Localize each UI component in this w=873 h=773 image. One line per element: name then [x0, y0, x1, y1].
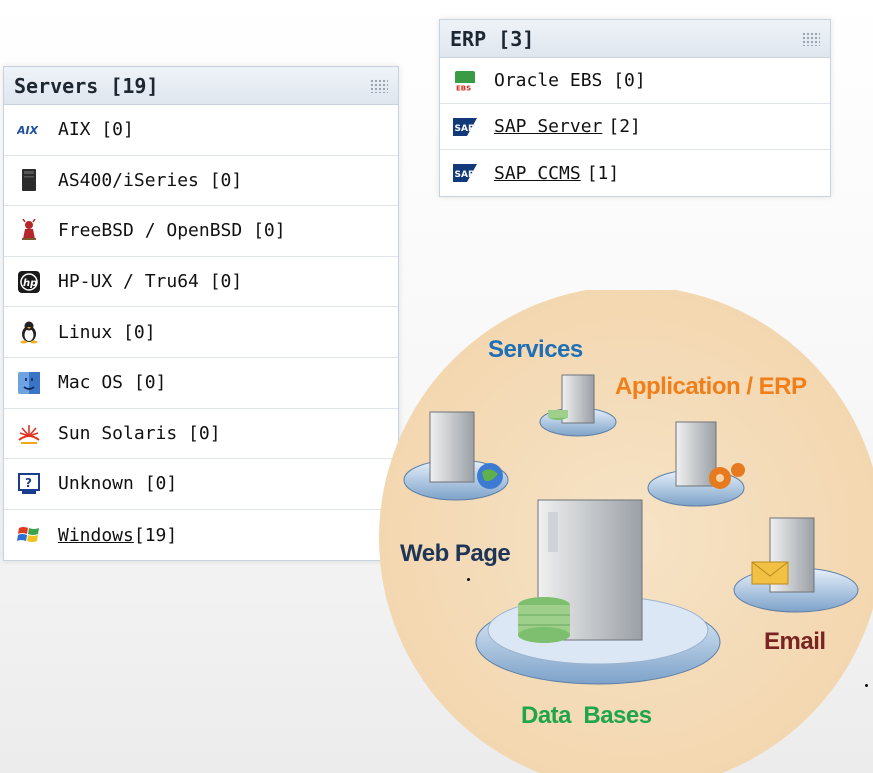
svg-text:AIX: AIX [17, 124, 39, 137]
sap-server-link-text[interactable]: SAP Server [494, 116, 602, 137]
windows-link[interactable]: Windows [58, 525, 134, 546]
server-roles-diagram: Services Application / ERP Web Page Emai… [378, 290, 873, 773]
sap-ccms-link[interactable]: SAP CCMS [494, 163, 581, 184]
aix-icon: AIX [16, 119, 42, 141]
windows-link-text[interactable]: Windows [58, 525, 134, 546]
linux-penguin-icon [16, 321, 42, 344]
as400-icon [16, 169, 42, 192]
servers-panel: Servers [19] AIX AIX [0] AS400/iSeries [… [3, 66, 399, 562]
erp-panel-header[interactable]: ERP [3] [440, 20, 830, 58]
stray-dot [865, 684, 868, 687]
server-item-as400: AS400/iSeries [0] [4, 156, 398, 207]
windows-flag-icon [16, 524, 42, 546]
sap-server-link[interactable]: SAP Server [494, 116, 602, 137]
erp-item-label: Oracle EBS [0] [494, 70, 646, 91]
server-item-label: HP-UX / Tru64 [0] [58, 271, 243, 293]
sap-server-count: [2] [608, 116, 641, 137]
services-label: Services [488, 336, 583, 363]
server-item-label: Linux [0] [58, 321, 156, 343]
erp-item-sap-ccms[interactable]: SAP SAP CCMS [1] [440, 150, 830, 196]
bsd-daemon-icon [16, 218, 42, 242]
erp-item-oracle-ebs: EBS Oracle EBS [0] [440, 58, 830, 104]
unknown-question-icon: ? [16, 472, 42, 495]
server-item-freebsd: FreeBSD / OpenBSD [0] [4, 206, 398, 257]
svg-text:hp: hp [23, 278, 37, 289]
svg-text:?: ? [25, 476, 32, 490]
diagram-artwork [379, 290, 873, 773]
email-label: Email [764, 628, 826, 655]
server-item-linux: Linux [0] [4, 307, 398, 358]
server-item-label: AIX [0] [58, 119, 134, 141]
server-item-label: FreeBSD / OpenBSD [0] [58, 220, 286, 242]
sap-ccms-count: [1] [586, 162, 620, 184]
application-erp-label: Application / ERP [615, 373, 807, 400]
drag-grip-icon[interactable] [802, 31, 820, 46]
server-item-label: Sun Solaris [0] [58, 422, 221, 444]
servers-panel-title: Servers [19] [14, 73, 159, 98]
server-item-solaris: Sun Solaris [0] [4, 409, 398, 460]
server-item-label: Unknown [0] [58, 473, 178, 495]
server-item-macos: Mac OS [0] [4, 358, 398, 409]
svg-text:SAP: SAP [455, 170, 475, 180]
erp-panel-title: ERP [3] [450, 26, 535, 51]
sap-ccms-link-text[interactable]: SAP CCMS [494, 163, 581, 184]
server-item-aix: AIX AIX [0] [4, 105, 398, 156]
mac-os-icon [16, 371, 42, 394]
server-item-label: AS400/iSeries [0] [58, 169, 243, 191]
drag-grip-icon[interactable] [370, 78, 388, 93]
hp-icon: hp [16, 270, 42, 293]
server-item-windows[interactable]: Windows [19] [4, 510, 398, 561]
web-page-label: Web Page [400, 540, 511, 567]
ebs-icon: EBS [452, 70, 478, 92]
sap-icon: SAP [452, 116, 478, 138]
server-item-label: Mac OS [0] [58, 372, 167, 394]
windows-count: [19] [133, 524, 178, 546]
sun-solaris-icon [16, 422, 42, 445]
data-bases-label: Data Bases [521, 702, 652, 729]
server-item-unknown: ? Unknown [0] [4, 459, 398, 510]
server-item-hpux: hp HP-UX / Tru64 [0] [4, 257, 398, 308]
svg-text:EBS: EBS [456, 84, 471, 92]
stray-dot [467, 578, 470, 581]
svg-text:SAP: SAP [455, 124, 475, 134]
erp-item-sap-server[interactable]: SAP SAP Server [2] [440, 104, 830, 150]
erp-panel: ERP [3] EBS Oracle EBS [0] SAP SAP Serve… [439, 19, 831, 197]
servers-panel-header[interactable]: Servers [19] [4, 67, 398, 105]
sap-icon: SAP [452, 162, 478, 184]
